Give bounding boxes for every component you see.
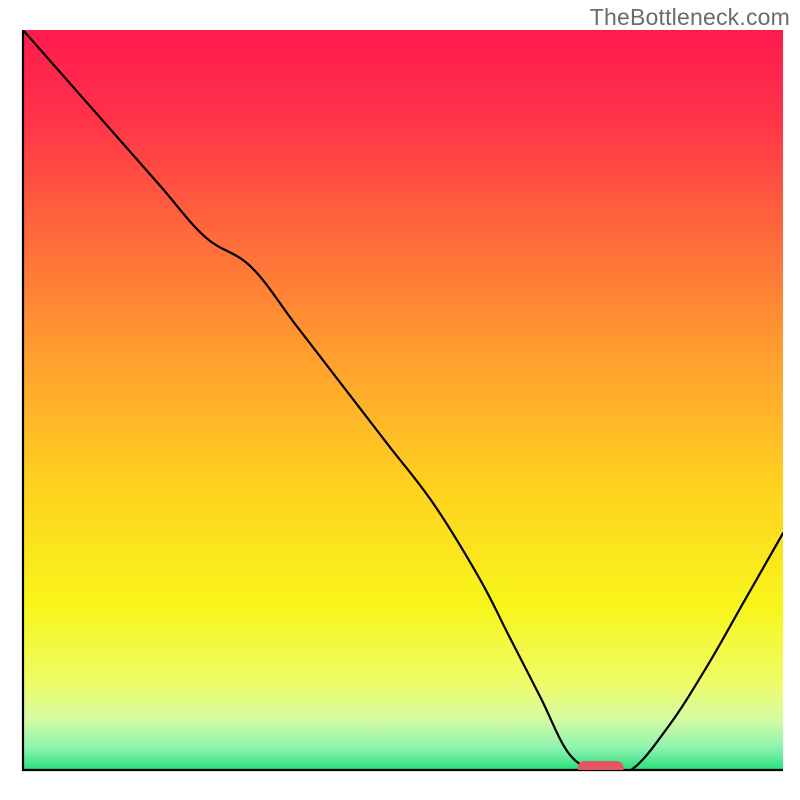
gradient-background — [23, 30, 783, 770]
watermark-label: TheBottleneck.com — [590, 4, 790, 31]
optimal-point-marker — [578, 761, 624, 775]
bottleneck-chart: TheBottleneck.com — [0, 0, 800, 800]
chart-svg — [0, 0, 800, 800]
